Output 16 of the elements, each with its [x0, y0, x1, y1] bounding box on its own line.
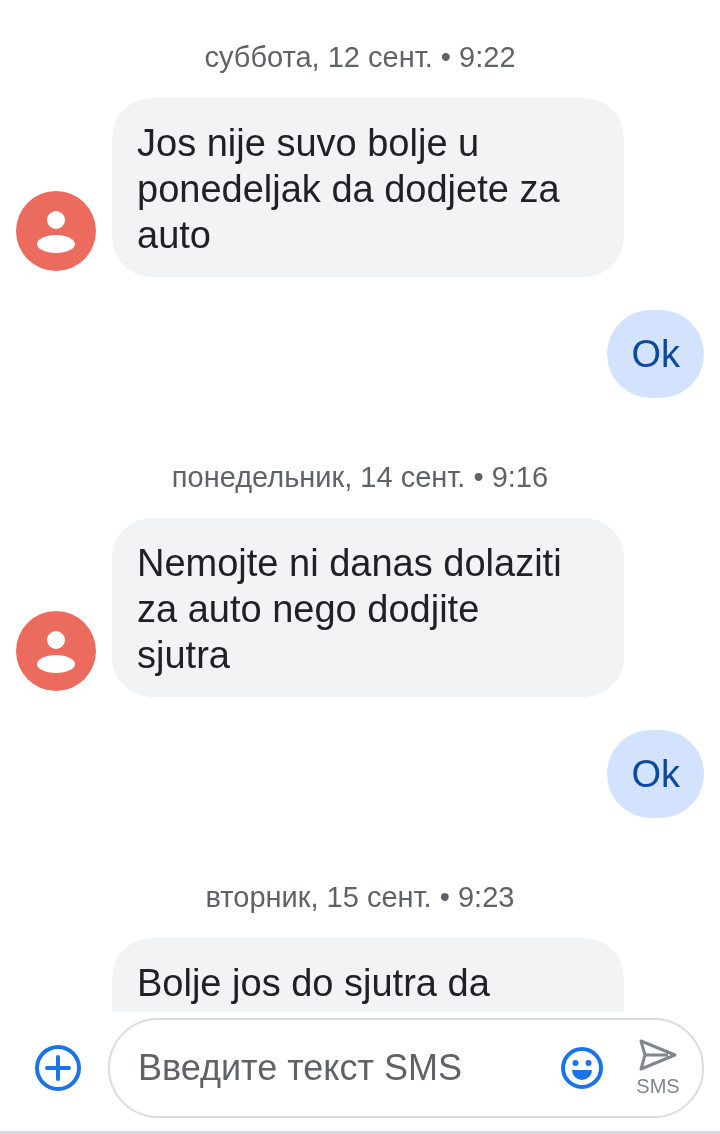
message-input-field[interactable]: Введите текст SMS SMS	[108, 1018, 704, 1118]
send-icon	[638, 1038, 678, 1072]
contact-avatar-icon	[16, 611, 96, 691]
incoming-message-bubble[interactable]: Bolje jos do sjutra da	[112, 938, 624, 1012]
incoming-message-bubble[interactable]: Jos nije suvo bolje u ponedeljak da dodjete za auto	[112, 98, 624, 277]
add-icon[interactable]	[34, 1044, 82, 1092]
contact-avatar-icon	[16, 191, 96, 271]
date-time-header: суббота, 12 сент. • 9:22	[204, 40, 516, 74]
outgoing-message-bubble[interactable]: Ok	[607, 310, 704, 398]
send-sms-button[interactable]: SMS	[628, 1038, 688, 1098]
incoming-message-bubble[interactable]: Nemojte ni danas dolaziti za auto nego dodjite sjutra	[112, 518, 624, 697]
emoji-icon[interactable]	[560, 1046, 604, 1090]
outgoing-message-bubble[interactable]: Ok	[607, 730, 704, 818]
date-time-header: понедельник, 14 сент. • 9:16	[171, 460, 549, 494]
date-time-header: вторник, 15 сент. • 9:23	[205, 880, 515, 914]
message-placeholder: Введите текст SMS	[138, 1046, 462, 1090]
